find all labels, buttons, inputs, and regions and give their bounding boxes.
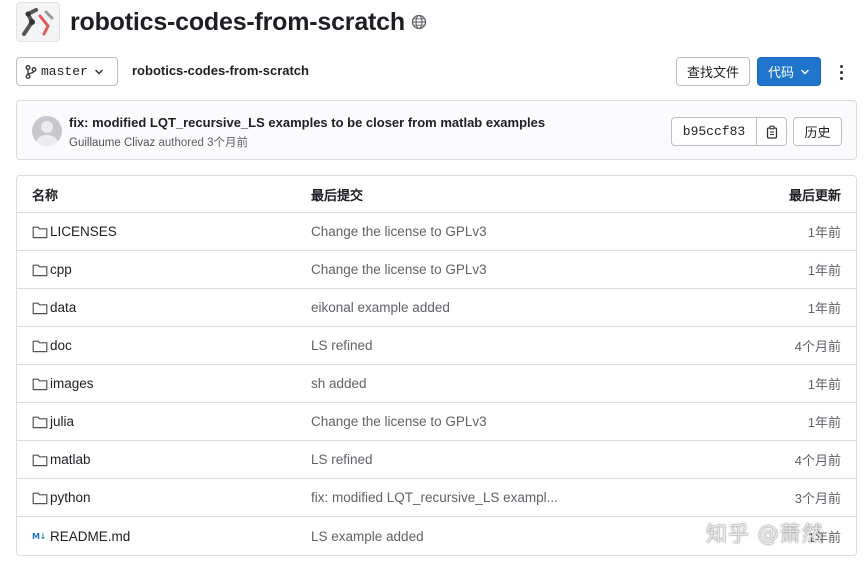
folder-icon — [32, 300, 48, 316]
file-name[interactable]: python — [50, 490, 91, 505]
globe-icon — [411, 14, 427, 30]
history-button[interactable]: 历史 — [793, 117, 842, 146]
file-name[interactable]: cpp — [50, 262, 72, 277]
file-last-commit[interactable]: Change the license to GPLv3 — [311, 224, 487, 239]
commit-message[interactable]: fix: modified LQT_recursive_LS examples … — [69, 115, 545, 130]
file-name-cell[interactable]: doc — [32, 338, 72, 354]
authored-text: authored — [158, 137, 204, 149]
file-last-commit[interactable]: Change the license to GPLv3 — [311, 262, 487, 277]
table-row[interactable]: matlab LS refined 4个月前 — [17, 441, 856, 479]
file-name-cell[interactable]: matlab — [32, 452, 91, 468]
file-table: 名称 最后提交 最后更新 LICENSES Change the license … — [16, 175, 857, 556]
table-row[interactable]: data eikonal example added 1年前 — [17, 289, 856, 327]
file-name-cell[interactable]: cpp — [32, 262, 72, 278]
copy-sha-button[interactable] — [757, 117, 787, 146]
file-name[interactable]: doc — [50, 338, 72, 353]
header-last-update: 最后更新 — [788, 187, 841, 203]
file-name[interactable]: README.md — [50, 529, 130, 544]
file-last-update: 4个月前 — [794, 339, 841, 354]
code-dropdown-button[interactable]: 代码 — [757, 57, 821, 86]
branch-name: master — [41, 64, 88, 79]
file-last-update: 1年前 — [807, 415, 841, 430]
file-last-commit[interactable]: LS refined — [311, 338, 373, 353]
repo-title[interactable]: robotics-codes-from-scratch — [70, 8, 405, 37]
branch-icon — [25, 64, 37, 79]
file-last-update: 3个月前 — [794, 491, 841, 506]
folder-icon — [32, 262, 48, 278]
chevron-down-icon — [801, 69, 809, 75]
folder-icon — [32, 224, 48, 240]
file-last-update: 4个月前 — [794, 453, 841, 468]
file-last-commit[interactable]: Change the license to GPLv3 — [311, 414, 487, 429]
file-last-commit[interactable]: LS refined — [311, 452, 373, 467]
file-list: LICENSES Change the license to GPLv3 1年前 cp… — [17, 213, 856, 555]
file-last-commit[interactable]: LS example added — [311, 529, 424, 544]
table-row[interactable]: doc LS refined 4个月前 — [17, 327, 856, 365]
file-name[interactable]: data — [50, 300, 76, 315]
file-name-cell[interactable]: python — [32, 490, 91, 506]
file-name[interactable]: LICENSES — [50, 224, 117, 239]
file-last-commit[interactable]: eikonal example added — [311, 300, 450, 315]
table-row[interactable]: cpp Change the license to GPLv3 1年前 — [17, 251, 856, 289]
folder-icon — [32, 452, 48, 468]
file-name[interactable]: images — [50, 376, 94, 391]
code-button-label: 代码 — [767, 65, 794, 80]
chevron-down-icon — [95, 69, 103, 75]
file-name-cell[interactable]: julia — [32, 414, 74, 430]
find-file-button[interactable]: 查找文件 — [676, 57, 750, 86]
last-commit-panel: fix: modified LQT_recursive_LS examples … — [16, 100, 857, 160]
folder-icon — [32, 376, 48, 392]
file-last-commit[interactable]: fix: modified LQT_recursive_LS exampl... — [311, 490, 558, 505]
file-last-update: 1年前 — [807, 377, 841, 392]
markdown-file-icon: M↓ — [32, 531, 46, 541]
file-last-update: 1年前 — [807, 301, 841, 316]
commit-sha[interactable]: b95ccf83 — [671, 117, 757, 146]
table-row[interactable]: python fix: modified LQT_recursive_LS exa… — [17, 479, 856, 517]
commit-sha-group: b95ccf83 — [671, 117, 787, 146]
table-header: 名称 最后提交 最后更新 — [17, 176, 856, 213]
header-last-commit: 最后提交 — [311, 187, 364, 203]
file-last-commit[interactable]: sh added — [311, 376, 367, 391]
commit-author[interactable]: Guillaume Clivaz — [69, 137, 155, 149]
file-name-cell[interactable]: LICENSES — [32, 224, 117, 240]
branch-selector-button[interactable]: master — [16, 57, 118, 86]
header-name: 名称 — [32, 187, 59, 203]
table-row[interactable]: julia Change the license to GPLv3 1年前 — [17, 403, 856, 441]
breadcrumb[interactable]: robotics-codes-from-scratch — [132, 63, 309, 78]
file-name[interactable]: julia — [50, 414, 74, 429]
copy-icon — [766, 125, 777, 139]
table-row[interactable]: LICENSES Change the license to GPLv3 1年前 — [17, 213, 856, 251]
folder-icon — [32, 338, 48, 354]
file-name[interactable]: matlab — [50, 452, 91, 467]
folder-icon — [32, 490, 48, 506]
folder-icon — [32, 414, 48, 430]
avatar[interactable] — [32, 116, 62, 146]
more-actions-icon[interactable] — [834, 60, 848, 84]
repo-header: robotics-codes-from-scratch — [16, 2, 427, 42]
commit-meta: Guillaume Clivaz authored 3个月前 — [69, 134, 248, 150]
file-last-update: 1年前 — [807, 263, 841, 278]
file-name-cell[interactable]: images — [32, 376, 94, 392]
file-last-update: 1年前 — [807, 225, 841, 240]
robot-arm-logo-icon — [22, 8, 54, 36]
watermark: 知乎 @萧然 — [706, 522, 824, 546]
table-row[interactable]: images sh added 1年前 — [17, 365, 856, 403]
commit-time: 3个月前 — [207, 137, 248, 149]
file-name-cell[interactable]: M↓ README.md — [32, 528, 130, 544]
file-name-cell[interactable]: data — [32, 300, 76, 316]
repo-avatar[interactable] — [16, 2, 60, 42]
